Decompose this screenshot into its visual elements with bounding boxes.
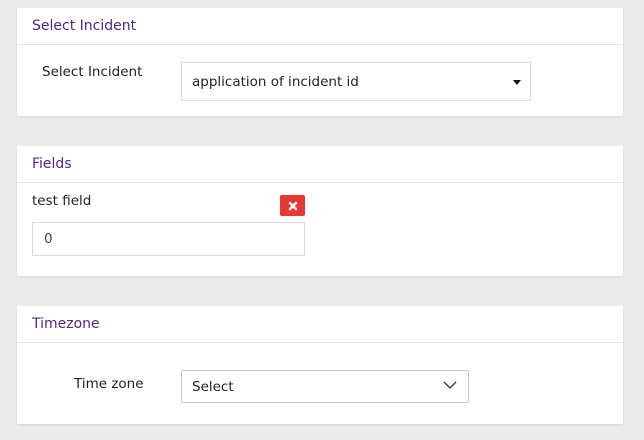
select-incident-panel: Select Incident Select Incident applicat… <box>17 8 623 116</box>
close-icon <box>288 201 297 210</box>
time-zone-label: Time zone <box>74 376 144 392</box>
caret-down-icon <box>513 80 521 85</box>
test-field-input[interactable]: 0 <box>32 222 305 256</box>
incident-select[interactable]: application of incident id <box>181 62 531 101</box>
timezone-panel: Timezone Time zone Select <box>17 306 623 424</box>
fields-panel: Fields test field 0 <box>17 146 623 276</box>
timezone-select-value: Select <box>192 378 234 395</box>
timezone-select[interactable]: Select <box>181 370 469 403</box>
select-incident-label: Select Incident <box>42 64 143 80</box>
panel-title: Timezone <box>17 306 623 343</box>
panel-title: Fields <box>17 146 623 183</box>
chevron-down-icon <box>443 381 457 389</box>
incident-select-value: application of incident id <box>192 73 359 90</box>
delete-field-button[interactable] <box>280 195 305 216</box>
test-field-value: 0 <box>44 231 53 247</box>
field-label: test field <box>32 193 92 209</box>
panel-title: Select Incident <box>17 8 623 45</box>
